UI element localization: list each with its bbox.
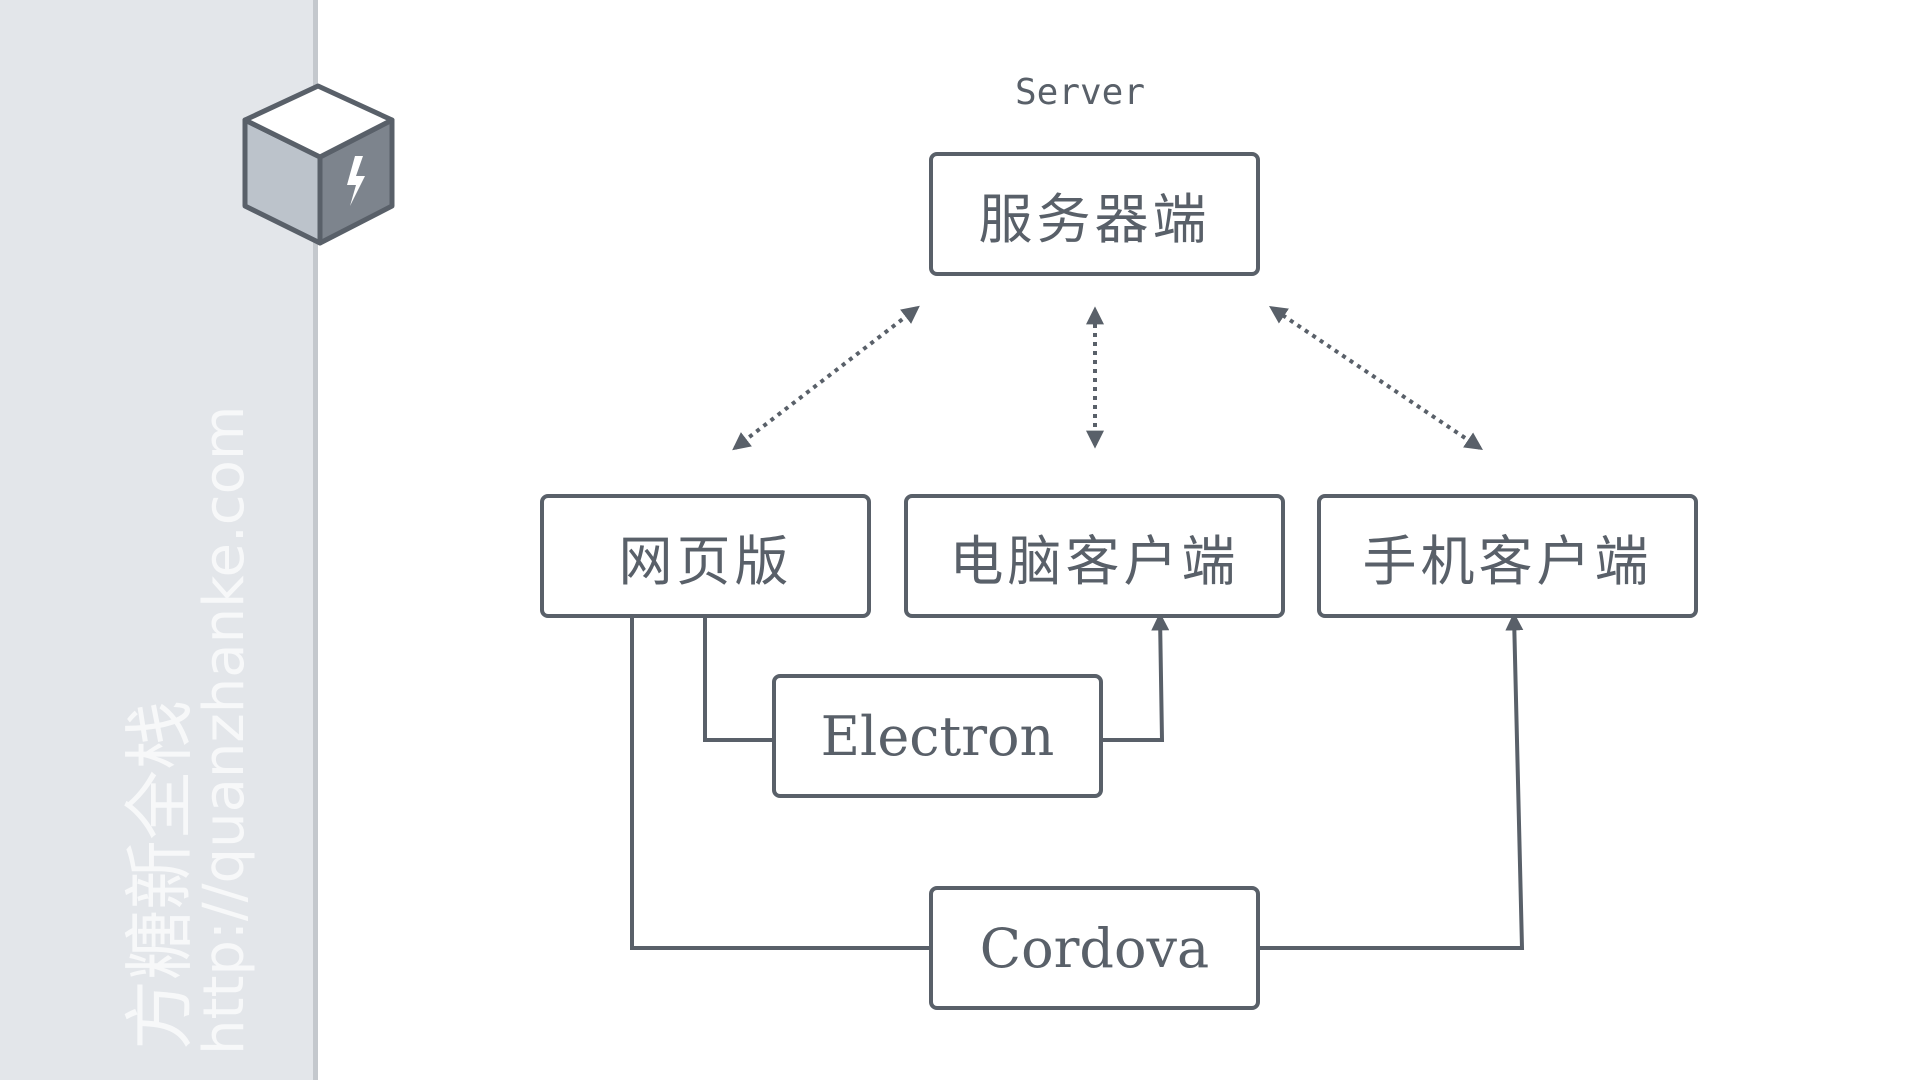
web-server-link <box>732 305 920 451</box>
web-to-electron-line <box>703 615 772 742</box>
web-node: 网页版 <box>540 494 871 618</box>
electron-node: Electron <box>772 674 1103 798</box>
cordova-to-mobile-arrow <box>1259 612 1525 950</box>
cordova-node: Cordova <box>929 886 1260 1010</box>
server-caption: Server <box>1014 72 1146 113</box>
mobile-server-link <box>1269 305 1483 451</box>
electron-to-desktop-arrow <box>1099 612 1170 742</box>
server-node: 服务器端 <box>929 152 1260 276</box>
slide: 方糖新全栈 http://quanzhanke.com Server 服务器端 … <box>0 0 1920 1080</box>
desktop-node: 电脑客户端 <box>904 494 1285 618</box>
mobile-node: 手机客户端 <box>1317 494 1698 618</box>
